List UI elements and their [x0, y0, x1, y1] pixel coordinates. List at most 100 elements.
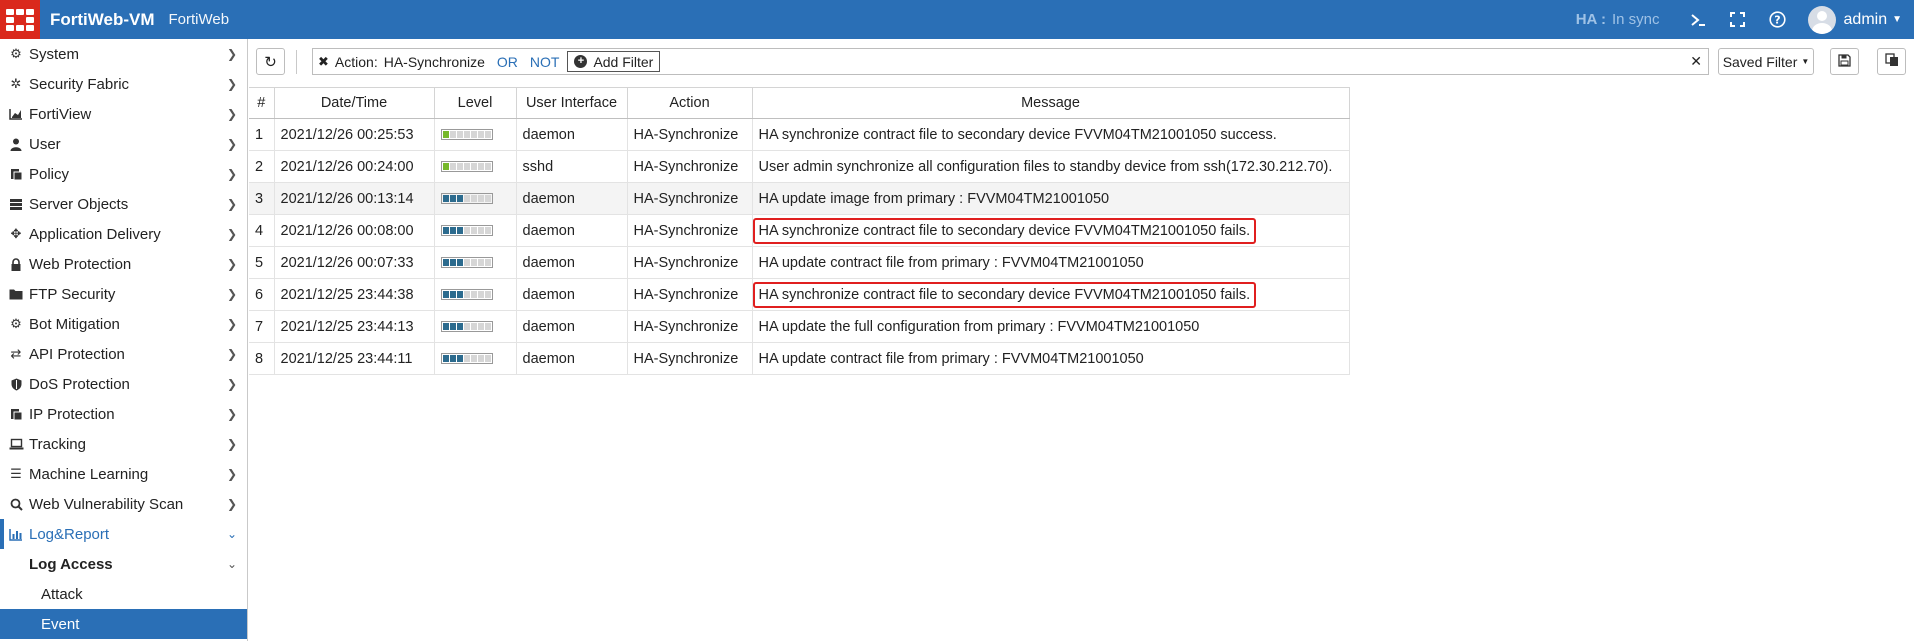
sidebar-item-dos-protection[interactable]: DoS Protection ❯ — [0, 369, 247, 399]
chevron-right-icon: ❯ — [226, 47, 237, 61]
level-notice-indicator — [440, 353, 493, 365]
product-name: FortiWeb-VM — [50, 9, 155, 29]
sidebar-item-ip-protection[interactable]: IP Protection ❯ — [0, 399, 247, 429]
sidebar-leaf-event[interactable]: Event — [0, 609, 247, 639]
table-row[interactable]: 5 2021/12/26 00:07:33 daemon HA-Synchronize… — [249, 246, 1350, 279]
export-button[interactable] — [1877, 48, 1906, 75]
fullscreen-icon[interactable] — [1718, 0, 1758, 39]
sidebar-item-application-delivery[interactable]: ✥ Application Delivery ❯ — [0, 219, 247, 249]
chevron-right-icon: ❯ — [226, 137, 237, 151]
cell-user-interface: daemon — [516, 278, 628, 311]
remove-filter-icon[interactable]: ✖ — [318, 54, 329, 70]
saved-filter-dropdown[interactable]: Saved Filter ▼ — [1718, 48, 1814, 75]
lock-icon — [8, 257, 24, 271]
filter-value[interactable]: HA-Synchronize — [384, 54, 485, 70]
filter-field: Action: — [334, 53, 378, 70]
sidebar-item-policy[interactable]: Policy ❯ — [0, 159, 247, 189]
cell-datetime: 2021/12/26 00:24:00 — [274, 150, 435, 183]
clear-filter-icon[interactable]: ✕ — [1690, 53, 1702, 70]
sidebar-subitem-log-access[interactable]: Log Access ⌄ — [0, 549, 247, 579]
exchange-icon: ⇄ — [10, 346, 22, 361]
arrows-icon: ✥ — [10, 226, 22, 241]
folder-icon — [8, 288, 24, 300]
sidebar-item-tracking[interactable]: Tracking ❯ — [0, 429, 247, 459]
column-header-user-interface[interactable]: User Interface — [516, 87, 628, 119]
ha-status[interactable]: In sync — [1612, 11, 1660, 28]
cell-user-interface: daemon — [516, 182, 628, 215]
column-header-action[interactable]: Action — [627, 87, 753, 119]
cell-datetime: 2021/12/25 23:44:38 — [274, 278, 435, 311]
ip-icon — [8, 408, 24, 421]
cell-message: HA update contract file from primary : F… — [752, 246, 1350, 279]
cell-action: HA-Synchronize — [627, 246, 753, 279]
caret-down-icon: ▼ — [1801, 57, 1810, 66]
filter-or-link[interactable]: OR — [497, 54, 518, 70]
chevron-right-icon: ❯ — [226, 287, 237, 301]
message-text: HA update contract file from primary : F… — [758, 350, 1144, 367]
add-filter-button[interactable]: + Add Filter — [567, 51, 661, 72]
sidebar-item-web-protection[interactable]: Web Protection ❯ — [0, 249, 247, 279]
level-notice-indicator — [440, 257, 493, 269]
cell-level — [434, 246, 517, 279]
cell-action: HA-Synchronize — [627, 214, 753, 247]
cell-message: HA update the full configuration from pr… — [752, 310, 1350, 343]
sidebar-item-web-vulnerability-scan[interactable]: Web Vulnerability Scan ❯ — [0, 489, 247, 519]
user-avatar-icon[interactable] — [1807, 5, 1836, 34]
product-subtitle: FortiWeb — [168, 11, 230, 28]
sidebar-item-ftp-security[interactable]: FTP Security ❯ — [0, 279, 247, 309]
cell-number: 8 — [249, 342, 275, 375]
column-header-message[interactable]: Message — [752, 87, 1350, 119]
table-row[interactable]: 8 2021/12/25 23:44:11 daemon HA-Synchronize… — [249, 342, 1350, 375]
message-text: HA update contract file from primary : F… — [758, 254, 1144, 271]
server-icon — [8, 198, 24, 211]
user-menu[interactable]: admin — [1844, 11, 1888, 29]
help-icon[interactable]: ? — [1758, 0, 1798, 39]
message-highlighted: HA synchronize contract file to secondar… — [752, 281, 1257, 308]
fortinet-logo-icon[interactable] — [0, 0, 40, 39]
chevron-right-icon: ❯ — [226, 497, 237, 511]
chevron-right-icon: ❯ — [226, 107, 237, 121]
table-row[interactable]: 6 2021/12/25 23:44:38 daemon HA-Synchronize… — [249, 278, 1350, 311]
cell-action: HA-Synchronize — [627, 150, 753, 183]
cell-level — [434, 342, 517, 375]
cli-console-icon[interactable] — [1678, 0, 1718, 39]
sidebar-item-system[interactable]: ⚙ System ❯ — [0, 39, 247, 69]
cell-message: HA synchronize contract file to secondar… — [752, 278, 1350, 311]
log-toolbar: ↻ ✖ Action: HA-Synchronize OR NOT + Add … — [256, 48, 1906, 76]
refresh-button[interactable]: ↻ — [256, 48, 285, 75]
sidebar: ⚙ System ❯ ✲ Security Fabric ❯ FortiView ❯ Us… — [0, 39, 248, 641]
table-row[interactable]: 3 2021/12/26 00:13:14 daemon HA-Synchronize… — [249, 182, 1350, 215]
column-header-datetime[interactable]: Date/Time — [274, 87, 435, 119]
chevron-down-icon: ⌄ — [226, 527, 237, 541]
table-row[interactable]: 4 2021/12/26 00:08:00 daemon HA-Synchronize… — [249, 214, 1350, 247]
sidebar-item-user[interactable]: User ❯ — [0, 129, 247, 159]
cell-level — [434, 214, 517, 247]
table-row[interactable]: 2 2021/12/26 00:24:00 sshd HA-Synchronize Us… — [249, 150, 1350, 183]
sidebar-item-security-fabric[interactable]: ✲ Security Fabric ❯ — [0, 69, 247, 99]
sidebar-item-fortiview[interactable]: FortiView ❯ — [0, 99, 247, 129]
filter-bar[interactable]: ✖ Action: HA-Synchronize OR NOT + Add Fi… — [312, 48, 1709, 75]
table-row[interactable]: 1 2021/12/26 00:25:53 daemon HA-Synchronize… — [249, 118, 1350, 151]
chevron-right-icon: ❯ — [226, 167, 237, 181]
cell-datetime: 2021/12/26 00:13:14 — [274, 182, 435, 215]
sidebar-leaf-attack[interactable]: Attack — [0, 579, 247, 609]
chevron-right-icon: ❯ — [226, 77, 237, 91]
cell-message: HA synchronize contract file to secondar… — [752, 214, 1350, 247]
save-filter-button[interactable] — [1830, 48, 1859, 75]
refresh-icon: ↻ — [264, 53, 277, 71]
gear-icon: ⚙ — [10, 46, 22, 61]
cell-number: 4 — [249, 214, 275, 247]
sidebar-item-server-objects[interactable]: Server Objects ❯ — [0, 189, 247, 219]
filter-not-link[interactable]: NOT — [530, 54, 560, 70]
column-header-number[interactable]: # — [249, 87, 275, 119]
table-row[interactable]: 7 2021/12/25 23:44:13 daemon HA-Synchronize… — [249, 310, 1350, 343]
caret-down-icon[interactable]: ▼ — [1892, 14, 1902, 25]
message-text: HA update image from primary : FVVM04TM2… — [758, 190, 1110, 207]
sidebar-item-bot-mitigation[interactable]: ⚙ Bot Mitigation ❯ — [0, 309, 247, 339]
cell-datetime: 2021/12/26 00:25:53 — [274, 118, 435, 151]
sidebar-item-log-report[interactable]: Log&Report ⌄ — [0, 519, 247, 549]
column-header-level[interactable]: Level — [434, 87, 517, 119]
chevron-right-icon: ❯ — [226, 227, 237, 241]
sidebar-item-machine-learning[interactable]: ☰ Machine Learning ❯ — [0, 459, 247, 489]
sidebar-item-api-protection[interactable]: ⇄ API Protection ❯ — [0, 339, 247, 369]
